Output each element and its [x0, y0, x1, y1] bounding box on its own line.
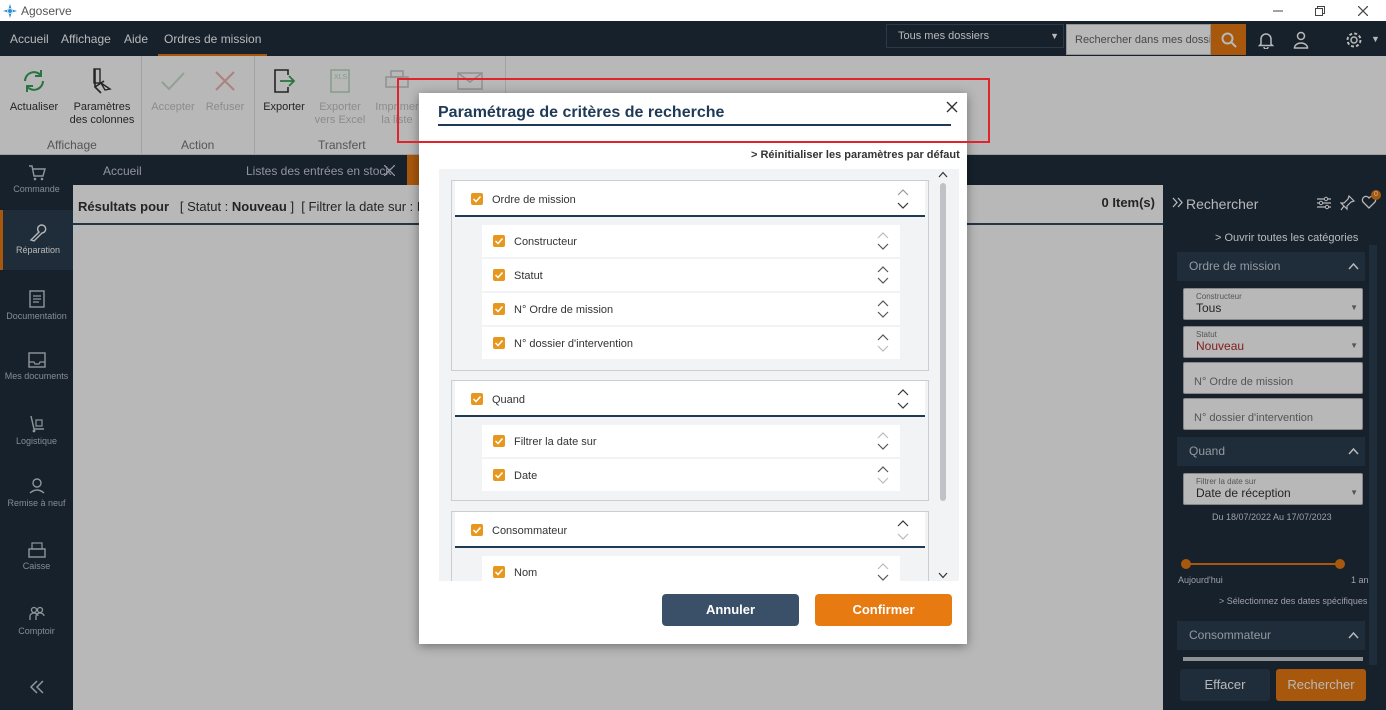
move-down-icon[interactable] — [877, 443, 889, 451]
search-criteria-dialog: Paramétrage de critères de recherche > R… — [419, 93, 967, 644]
scroll-thumb[interactable] — [940, 183, 946, 501]
row-checkbox[interactable] — [493, 435, 505, 447]
move-down-icon[interactable] — [897, 402, 909, 410]
checkmark-icon — [494, 339, 504, 347]
checkmark-icon — [494, 271, 504, 279]
group-label: Consommateur — [492, 525, 568, 537]
group-label: Ordre de mission — [492, 194, 576, 206]
group-label: Quand — [492, 394, 526, 406]
group-header: Quand — [455, 381, 925, 417]
criteria-group-quand: Quand Filtrer la date sur Date — [451, 380, 929, 501]
move-down-icon[interactable] — [897, 202, 909, 210]
move-up-icon[interactable] — [877, 231, 889, 239]
row-checkbox[interactable] — [493, 303, 505, 315]
group-header: Consommateur — [455, 512, 925, 548]
move-up-icon[interactable] — [877, 465, 889, 473]
criteria-row: Nom — [482, 556, 900, 581]
criteria-row: N° Ordre de mission — [482, 293, 900, 325]
criteria-group-ordre-de-mission: Ordre de mission Constructeur Statut N° … — [451, 180, 929, 371]
checkmark-icon — [494, 305, 504, 313]
minimize-icon — [1273, 10, 1283, 11]
row-label: N° dossier d'intervention — [514, 338, 634, 350]
row-checkbox[interactable] — [493, 469, 505, 481]
restore-button[interactable] — [1297, 0, 1343, 21]
checkmark-icon — [472, 395, 482, 403]
close-icon — [1358, 5, 1368, 16]
row-checkbox[interactable] — [493, 269, 505, 281]
row-label: Nom — [514, 567, 538, 579]
group-checkbox[interactable] — [471, 393, 483, 405]
checkmark-icon — [494, 437, 504, 445]
move-down-icon[interactable] — [877, 345, 889, 353]
criteria-group-consommateur: Consommateur Nom — [451, 511, 929, 581]
restore-icon — [1315, 5, 1325, 16]
reset-defaults-link[interactable]: > Réinitialiser les paramètres par défau… — [751, 149, 960, 161]
move-up-icon[interactable] — [897, 519, 909, 527]
confirm-button[interactable]: Confirmer — [815, 594, 952, 626]
criteria-row: Constructeur — [482, 225, 900, 257]
row-label: Filtrer la date sur — [514, 436, 597, 448]
checkmark-icon — [494, 471, 504, 479]
checkmark-icon — [472, 526, 482, 534]
move-up-icon[interactable] — [877, 265, 889, 273]
move-up-icon[interactable] — [877, 333, 889, 341]
move-up-icon[interactable] — [877, 299, 889, 307]
move-up-icon[interactable] — [897, 188, 909, 196]
group-header: Ordre de mission — [455, 181, 925, 217]
row-label: N° Ordre de mission — [514, 304, 614, 316]
criteria-row: N° dossier d'intervention — [482, 327, 900, 359]
checkmark-icon — [472, 195, 482, 203]
move-up-icon[interactable] — [897, 388, 909, 396]
scroll-down-icon[interactable] — [938, 572, 948, 579]
row-label: Statut — [514, 270, 543, 282]
row-checkbox[interactable] — [493, 566, 505, 578]
window-title-bar: Agoserve — [0, 0, 1386, 21]
app-logo-icon — [3, 3, 17, 18]
checkmark-icon — [494, 568, 504, 576]
row-label: Date — [514, 470, 538, 482]
criteria-scrollbar[interactable] — [938, 169, 948, 581]
move-down-icon[interactable] — [897, 533, 909, 541]
move-up-icon[interactable] — [877, 562, 889, 570]
move-down-icon[interactable] — [877, 574, 889, 581]
row-label: Constructeur — [514, 236, 577, 248]
checkmark-icon — [494, 237, 504, 245]
minimize-button[interactable] — [1255, 0, 1301, 21]
move-down-icon[interactable] — [877, 311, 889, 319]
criteria-row: Filtrer la date sur — [482, 425, 900, 457]
app-title: Agoserve — [21, 3, 72, 18]
row-checkbox[interactable] — [493, 235, 505, 247]
criteria-row: Date — [482, 459, 900, 491]
move-down-icon[interactable] — [877, 243, 889, 251]
cancel-button[interactable]: Annuler — [662, 594, 799, 626]
close-window-button[interactable] — [1340, 0, 1386, 21]
group-checkbox[interactable] — [471, 524, 483, 536]
row-checkbox[interactable] — [493, 337, 505, 349]
criteria-row: Statut — [482, 259, 900, 291]
scroll-up-icon[interactable] — [938, 171, 948, 178]
criteria-list: Ordre de mission Constructeur Statut N° … — [439, 169, 959, 581]
move-down-icon[interactable] — [877, 477, 889, 485]
move-down-icon[interactable] — [877, 277, 889, 285]
group-checkbox[interactable] — [471, 193, 483, 205]
move-up-icon[interactable] — [877, 431, 889, 439]
highlight-annotation-box — [397, 78, 990, 143]
